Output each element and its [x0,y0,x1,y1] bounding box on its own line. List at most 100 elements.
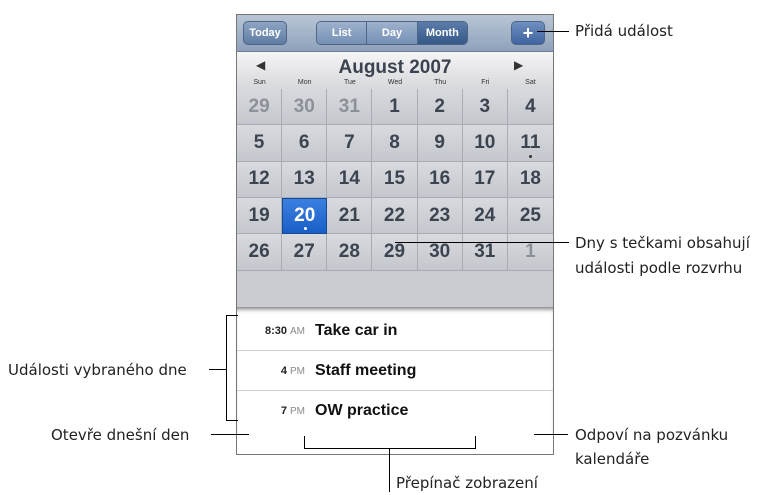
day-number: 30 [429,240,451,262]
day-cell[interactable]: 31 [462,234,508,271]
day-number: 21 [338,204,360,226]
day-cell[interactable]: 28 [327,234,373,271]
toolbar: Today List Day Month + [237,15,553,52]
view-switcher: List Day Month [316,21,468,45]
callout-dots-line1: Dny s tečkami obsahují [575,234,750,252]
day-number: 25 [519,204,541,226]
day-number: 3 [479,95,491,117]
day-cell[interactable]: 23 [417,197,463,235]
day-cell[interactable]: 8 [372,125,418,162]
day-number: 20 [294,205,316,227]
day-cell[interactable]: 3 [462,89,508,126]
callout-add-event: Přidá událost [575,22,673,40]
event-title: Take car in [315,321,398,339]
day-number: 28 [338,240,360,262]
weekday-label: Mon [297,79,312,86]
day-number: 29 [248,95,270,117]
event-list: 8:30 AM Take car in 4 PM Staff meeting 7 PM… [237,307,553,435]
day-number: 26 [248,240,270,262]
event-time: 8:30 AM [264,324,305,337]
day-number: 30 [293,95,315,117]
day-cell[interactable]: 12 [237,161,283,198]
day-cell[interactable]: 14 [327,161,373,198]
day-number: 5 [253,131,265,153]
day-cell[interactable]: 15 [372,161,418,198]
day-cell[interactable]: 17 [462,161,508,198]
day-cell[interactable]: 29 [372,234,418,271]
day-number: 29 [383,240,406,262]
callout-line [226,315,238,316]
month-grid: 29 30 31 1 2 3 4 5 6 7 8 9 10 11 12 13 14 15 16 17 18 19 20 21 2… [237,89,553,307]
month-title: August 2007 [338,57,452,78]
day-number: 11 [520,131,541,153]
day-cell[interactable]: 1 [507,234,553,271]
view-day-button[interactable]: Day [367,22,418,44]
day-cell[interactable]: 10 [462,125,508,162]
day-number: 17 [474,168,496,190]
day-cell[interactable]: 24 [462,197,508,235]
day-number: 19 [248,204,270,226]
day-cell[interactable]: 27 [282,234,328,271]
day-number: 13 [293,168,315,190]
view-month-button[interactable]: Month [417,22,467,44]
day-number: 27 [293,240,315,262]
day-number: 24 [474,204,496,226]
callout-line [209,369,226,370]
add-event-button[interactable]: + [511,21,545,45]
weekday-label: Sun [253,79,266,86]
callout-dots-line2: události podle rozvrhu [575,259,743,277]
day-cell[interactable]: 9 [417,125,463,162]
weekday-row: Sun Mon Tue Wed Thu Fri Sat [237,79,553,88]
day-number: 16 [429,168,451,190]
day-number: 1 [525,240,536,262]
day-cell[interactable]: 11 [507,125,553,162]
day-cell[interactable]: 19 [237,197,283,235]
month-header: ◀ August 2007 ▶ Sun Mon Tue Wed Thu Fri Sat [237,52,553,89]
callout-line [389,448,390,492]
weekday-label: Sat [525,79,536,86]
callout-reply-line1: Odpoví na pozvánku [575,426,729,444]
callout-line [226,315,227,420]
next-month-icon[interactable]: ▶ [514,58,523,72]
event-row[interactable]: 7 PM OW practice [237,391,553,431]
event-row[interactable]: 8:30 AM Take car in [237,311,553,351]
event-title: OW practice [315,402,409,419]
day-cell[interactable]: 18 [507,161,553,198]
weekday-label: Tue [343,79,356,86]
day-cell[interactable]: 22 [372,197,418,235]
today-button[interactable]: Today [243,21,287,45]
day-number: 6 [298,131,310,153]
day-number: 18 [519,168,541,190]
view-list-button[interactable]: List [317,22,368,44]
day-number: 7 [344,131,355,153]
day-cell[interactable]: 4 [507,89,553,126]
day-cell-selected[interactable]: 20 [282,197,328,235]
day-cell[interactable]: 30 [282,89,328,126]
weekday-label: Wed [387,79,403,86]
day-cell[interactable]: 21 [327,197,373,235]
weekday-label: Fri [481,79,490,86]
day-number: 10 [474,131,496,153]
day-cell[interactable]: 6 [282,125,328,162]
day-cell[interactable]: 30 [417,234,463,271]
day-cell[interactable]: 25 [507,197,553,235]
day-cell[interactable]: 2 [417,89,463,126]
day-cell[interactable]: 16 [417,161,463,198]
event-time: 4 PM [280,364,305,377]
day-cell[interactable]: 13 [282,161,328,198]
day-cell[interactable]: 5 [237,125,283,162]
weekday-label: Thu [434,79,447,86]
callout-view-switch: Přepínač zobrazení [396,474,538,492]
callout-line [395,242,569,243]
callout-line [475,436,476,448]
day-cell[interactable]: 7 [327,125,373,162]
day-number: 22 [383,204,406,226]
event-row[interactable]: 4 PM Staff meeting [237,351,553,391]
day-number: 23 [429,204,451,226]
day-cell[interactable]: 31 [327,89,373,126]
day-cell[interactable]: 1 [372,89,418,126]
day-cell[interactable]: 29 [237,89,283,126]
day-cell[interactable]: 26 [237,234,283,271]
event-dot-icon [303,227,307,231]
event-title: Staff meeting [315,361,417,379]
